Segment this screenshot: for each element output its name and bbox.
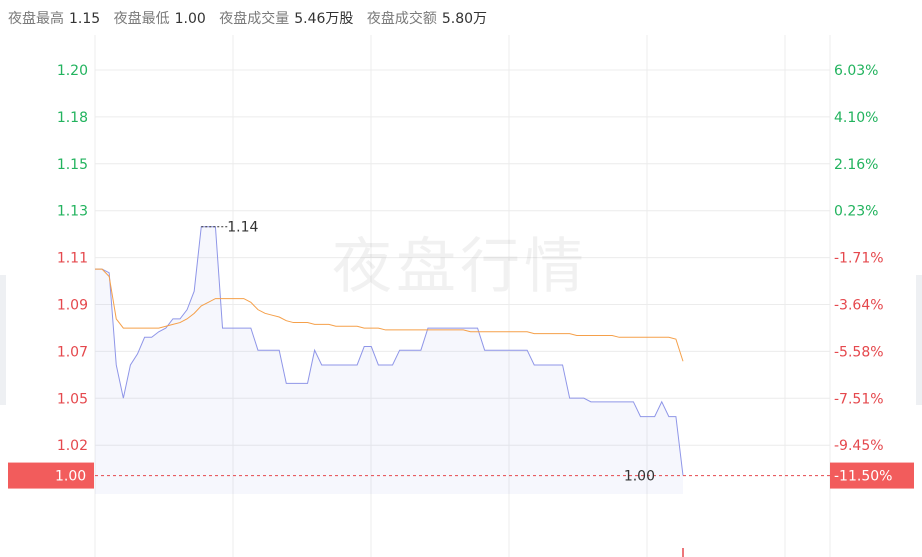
- y-tick-right-7: -7.51%: [834, 391, 884, 407]
- y-tick-right-1: 4.10%: [834, 110, 878, 126]
- y-tick-right-3: 0.23%: [834, 204, 878, 220]
- current-pct-badge-label: -11.50%: [834, 469, 892, 485]
- y-tick-left-3: 1.13: [57, 204, 88, 220]
- y-tick-left-5: 1.09: [57, 298, 88, 314]
- current-price-badge-label: 1.00: [55, 469, 86, 485]
- y-tick-left-2: 1.15: [57, 157, 88, 173]
- y-tick-left-7: 1.05: [57, 391, 88, 407]
- y-tick-left-0: 1.20: [57, 63, 88, 79]
- watermark: 夜盘行情: [332, 232, 588, 302]
- high-marker-label: 1.14: [227, 220, 258, 236]
- y-tick-right-8: -9.45%: [834, 438, 884, 454]
- y-tick-right-5: -3.64%: [834, 298, 884, 314]
- y-tick-right-2: 2.16%: [834, 157, 878, 173]
- y-tick-right-6: -5.58%: [834, 344, 884, 360]
- y-tick-left-1: 1.18: [57, 110, 88, 126]
- y-tick-left-4: 1.11: [57, 251, 88, 267]
- y-tick-left-8: 1.02: [57, 438, 88, 454]
- last-price-label: 1.00: [624, 469, 655, 485]
- y-tick-left-6: 1.07: [57, 344, 88, 360]
- y-tick-right-0: 6.03%: [834, 63, 878, 79]
- y-tick-right-4: -1.71%: [834, 251, 884, 267]
